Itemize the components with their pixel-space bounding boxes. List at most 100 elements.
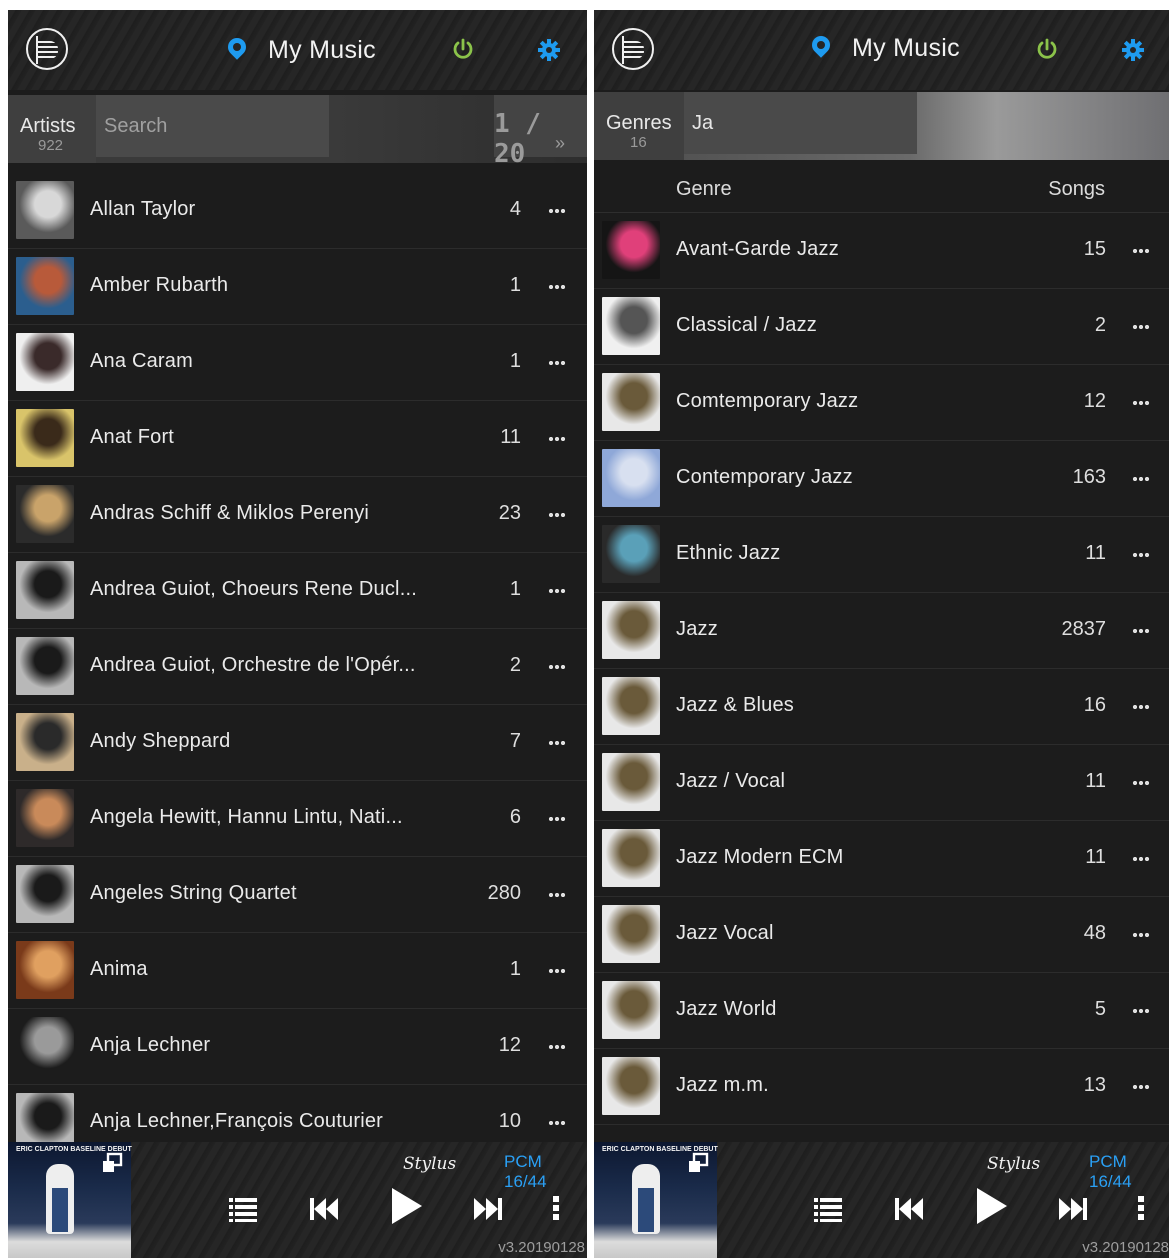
list-item[interactable]: Classical / Jazz 2 xyxy=(594,289,1169,365)
item-name: Amber Rubarth xyxy=(90,274,229,296)
more-vertical-icon[interactable] xyxy=(1131,1190,1151,1226)
item-name: Andrea Guiot, Choeurs Rene Ducl... xyxy=(90,578,417,600)
more-horizontal-icon[interactable] xyxy=(548,817,566,821)
search-input[interactable] xyxy=(96,95,329,157)
list-item[interactable]: Andy Sheppard 7 xyxy=(8,705,587,781)
pager[interactable]: 1 / 20 » xyxy=(494,95,587,169)
list-item[interactable]: Andras Schiff & Miklos Perenyi 23 xyxy=(8,477,587,553)
expand-window-icon[interactable] xyxy=(101,1152,123,1174)
skip-next-icon[interactable] xyxy=(1055,1190,1091,1226)
list-item[interactable]: Angela Hewitt, Hannu Lintu, Nati... 6 xyxy=(8,781,587,857)
logo-icon[interactable] xyxy=(26,28,68,70)
column-genre[interactable]: Genre xyxy=(676,178,732,201)
more-horizontal-icon[interactable] xyxy=(548,361,566,365)
list-item[interactable]: Ethnic Jazz 11 xyxy=(594,517,1169,593)
skip-previous-icon[interactable] xyxy=(891,1190,927,1226)
title-area[interactable]: My Music xyxy=(812,34,960,63)
more-horizontal-icon[interactable] xyxy=(548,969,566,973)
album-cover[interactable]: ERIC CLAPTON BASELINE DEBUT xyxy=(8,1142,132,1258)
format-badge: PCM 16/44 xyxy=(504,1152,547,1191)
item-count: 10 xyxy=(498,1110,521,1132)
item-count: 163 xyxy=(1072,466,1106,488)
more-horizontal-icon[interactable] xyxy=(548,589,566,593)
power-icon[interactable] xyxy=(1036,38,1058,60)
skip-previous-icon[interactable] xyxy=(306,1190,342,1226)
list-item[interactable]: Jazz & Blues 16 xyxy=(594,669,1169,745)
more-horizontal-icon[interactable] xyxy=(1132,1009,1150,1013)
search-bar: Artists 922 1 / 20 » xyxy=(8,95,587,169)
category-label: Artists xyxy=(20,115,76,137)
more-horizontal-icon[interactable] xyxy=(548,437,566,441)
more-horizontal-icon[interactable] xyxy=(548,741,566,745)
list-item[interactable]: Jazz m.m. 13 xyxy=(594,1049,1169,1125)
more-horizontal-icon[interactable] xyxy=(1132,401,1150,405)
brand-logo: Stylus xyxy=(403,1154,457,1174)
list-item[interactable]: Angeles String Quartet 280 xyxy=(8,857,587,933)
more-horizontal-icon[interactable] xyxy=(1132,477,1150,481)
list-item[interactable]: Andrea Guiot, Orchestre de l'Opér... 2 xyxy=(8,629,587,705)
search-input[interactable] xyxy=(684,92,917,154)
item-count: 11 xyxy=(1085,846,1106,868)
more-horizontal-icon[interactable] xyxy=(1132,629,1150,633)
more-horizontal-icon[interactable] xyxy=(1132,553,1150,557)
item-count: 12 xyxy=(498,1034,521,1056)
list-item[interactable]: Andrea Guiot, Choeurs Rene Ducl... 1 xyxy=(8,553,587,629)
next-page-icon[interactable]: » xyxy=(555,133,565,154)
power-icon[interactable] xyxy=(452,38,474,60)
thumbnail-image xyxy=(602,829,660,887)
list-item[interactable]: Jazz 2837 xyxy=(594,593,1169,669)
queue-list-icon[interactable] xyxy=(225,1190,261,1226)
list-item[interactable]: Ana Caram 1 xyxy=(8,325,587,401)
item-name: Andrea Guiot, Orchestre de l'Opér... xyxy=(90,654,416,676)
album-cover[interactable]: ERIC CLAPTON BASELINE DEBUT xyxy=(594,1142,718,1258)
version-label: v3.20190128 xyxy=(498,1239,585,1256)
more-horizontal-icon[interactable] xyxy=(548,1121,566,1125)
item-name: Jazz World xyxy=(676,998,777,1020)
list-item[interactable]: Anat Fort 11 xyxy=(8,401,587,477)
play-icon[interactable] xyxy=(971,1186,1011,1226)
more-horizontal-icon[interactable] xyxy=(548,285,566,289)
list-item[interactable]: Amber Rubarth 1 xyxy=(8,249,587,325)
list-item[interactable]: Avant-Garde Jazz 15 xyxy=(594,213,1169,289)
logo-icon[interactable] xyxy=(612,28,654,70)
skip-next-icon[interactable] xyxy=(470,1190,506,1226)
list-item[interactable]: Contemporary Jazz 163 xyxy=(594,441,1169,517)
list-item[interactable]: Jazz World 5 xyxy=(594,973,1169,1049)
more-horizontal-icon[interactable] xyxy=(548,665,566,669)
more-horizontal-icon[interactable] xyxy=(548,893,566,897)
gear-icon[interactable] xyxy=(537,38,561,62)
thumbnail-image xyxy=(16,713,74,771)
list-item[interactable]: Allan Taylor 4 xyxy=(8,173,587,249)
title-area[interactable]: My Music xyxy=(228,36,376,65)
category-count: 922 xyxy=(38,137,64,154)
more-vertical-icon[interactable] xyxy=(546,1190,566,1226)
category-selector[interactable]: Genres 16 xyxy=(594,92,684,160)
queue-list-icon[interactable] xyxy=(810,1190,846,1226)
list-item[interactable]: Jazz / Vocal 11 xyxy=(594,745,1169,821)
column-songs[interactable]: Songs xyxy=(1048,178,1105,201)
more-horizontal-icon[interactable] xyxy=(548,209,566,213)
more-horizontal-icon[interactable] xyxy=(1132,1085,1150,1089)
top-bar: My Music xyxy=(594,10,1169,90)
list-item[interactable]: Jazz Vocal 48 xyxy=(594,897,1169,973)
more-horizontal-icon[interactable] xyxy=(548,513,566,517)
item-name: Jazz Modern ECM xyxy=(676,846,844,868)
list-item[interactable]: Comtemporary Jazz 12 xyxy=(594,365,1169,441)
category-selector[interactable]: Artists 922 xyxy=(8,95,96,163)
expand-window-icon[interactable] xyxy=(687,1152,709,1174)
more-horizontal-icon[interactable] xyxy=(548,1045,566,1049)
more-horizontal-icon[interactable] xyxy=(1132,781,1150,785)
play-icon[interactable] xyxy=(386,1186,426,1226)
item-count: 15 xyxy=(1083,238,1106,260)
thumbnail-image xyxy=(602,981,660,1039)
more-horizontal-icon[interactable] xyxy=(1132,325,1150,329)
more-horizontal-icon[interactable] xyxy=(1132,933,1150,937)
list-item[interactable]: Jazz Modern ECM 11 xyxy=(594,821,1169,897)
more-horizontal-icon[interactable] xyxy=(1132,857,1150,861)
list-item[interactable]: Anja Lechner 12 xyxy=(8,1009,587,1085)
list-item[interactable]: Anima 1 xyxy=(8,933,587,1009)
more-horizontal-icon[interactable] xyxy=(1132,705,1150,709)
item-name: Comtemporary Jazz xyxy=(676,390,859,412)
more-horizontal-icon[interactable] xyxy=(1132,249,1150,253)
gear-icon[interactable] xyxy=(1121,38,1145,62)
